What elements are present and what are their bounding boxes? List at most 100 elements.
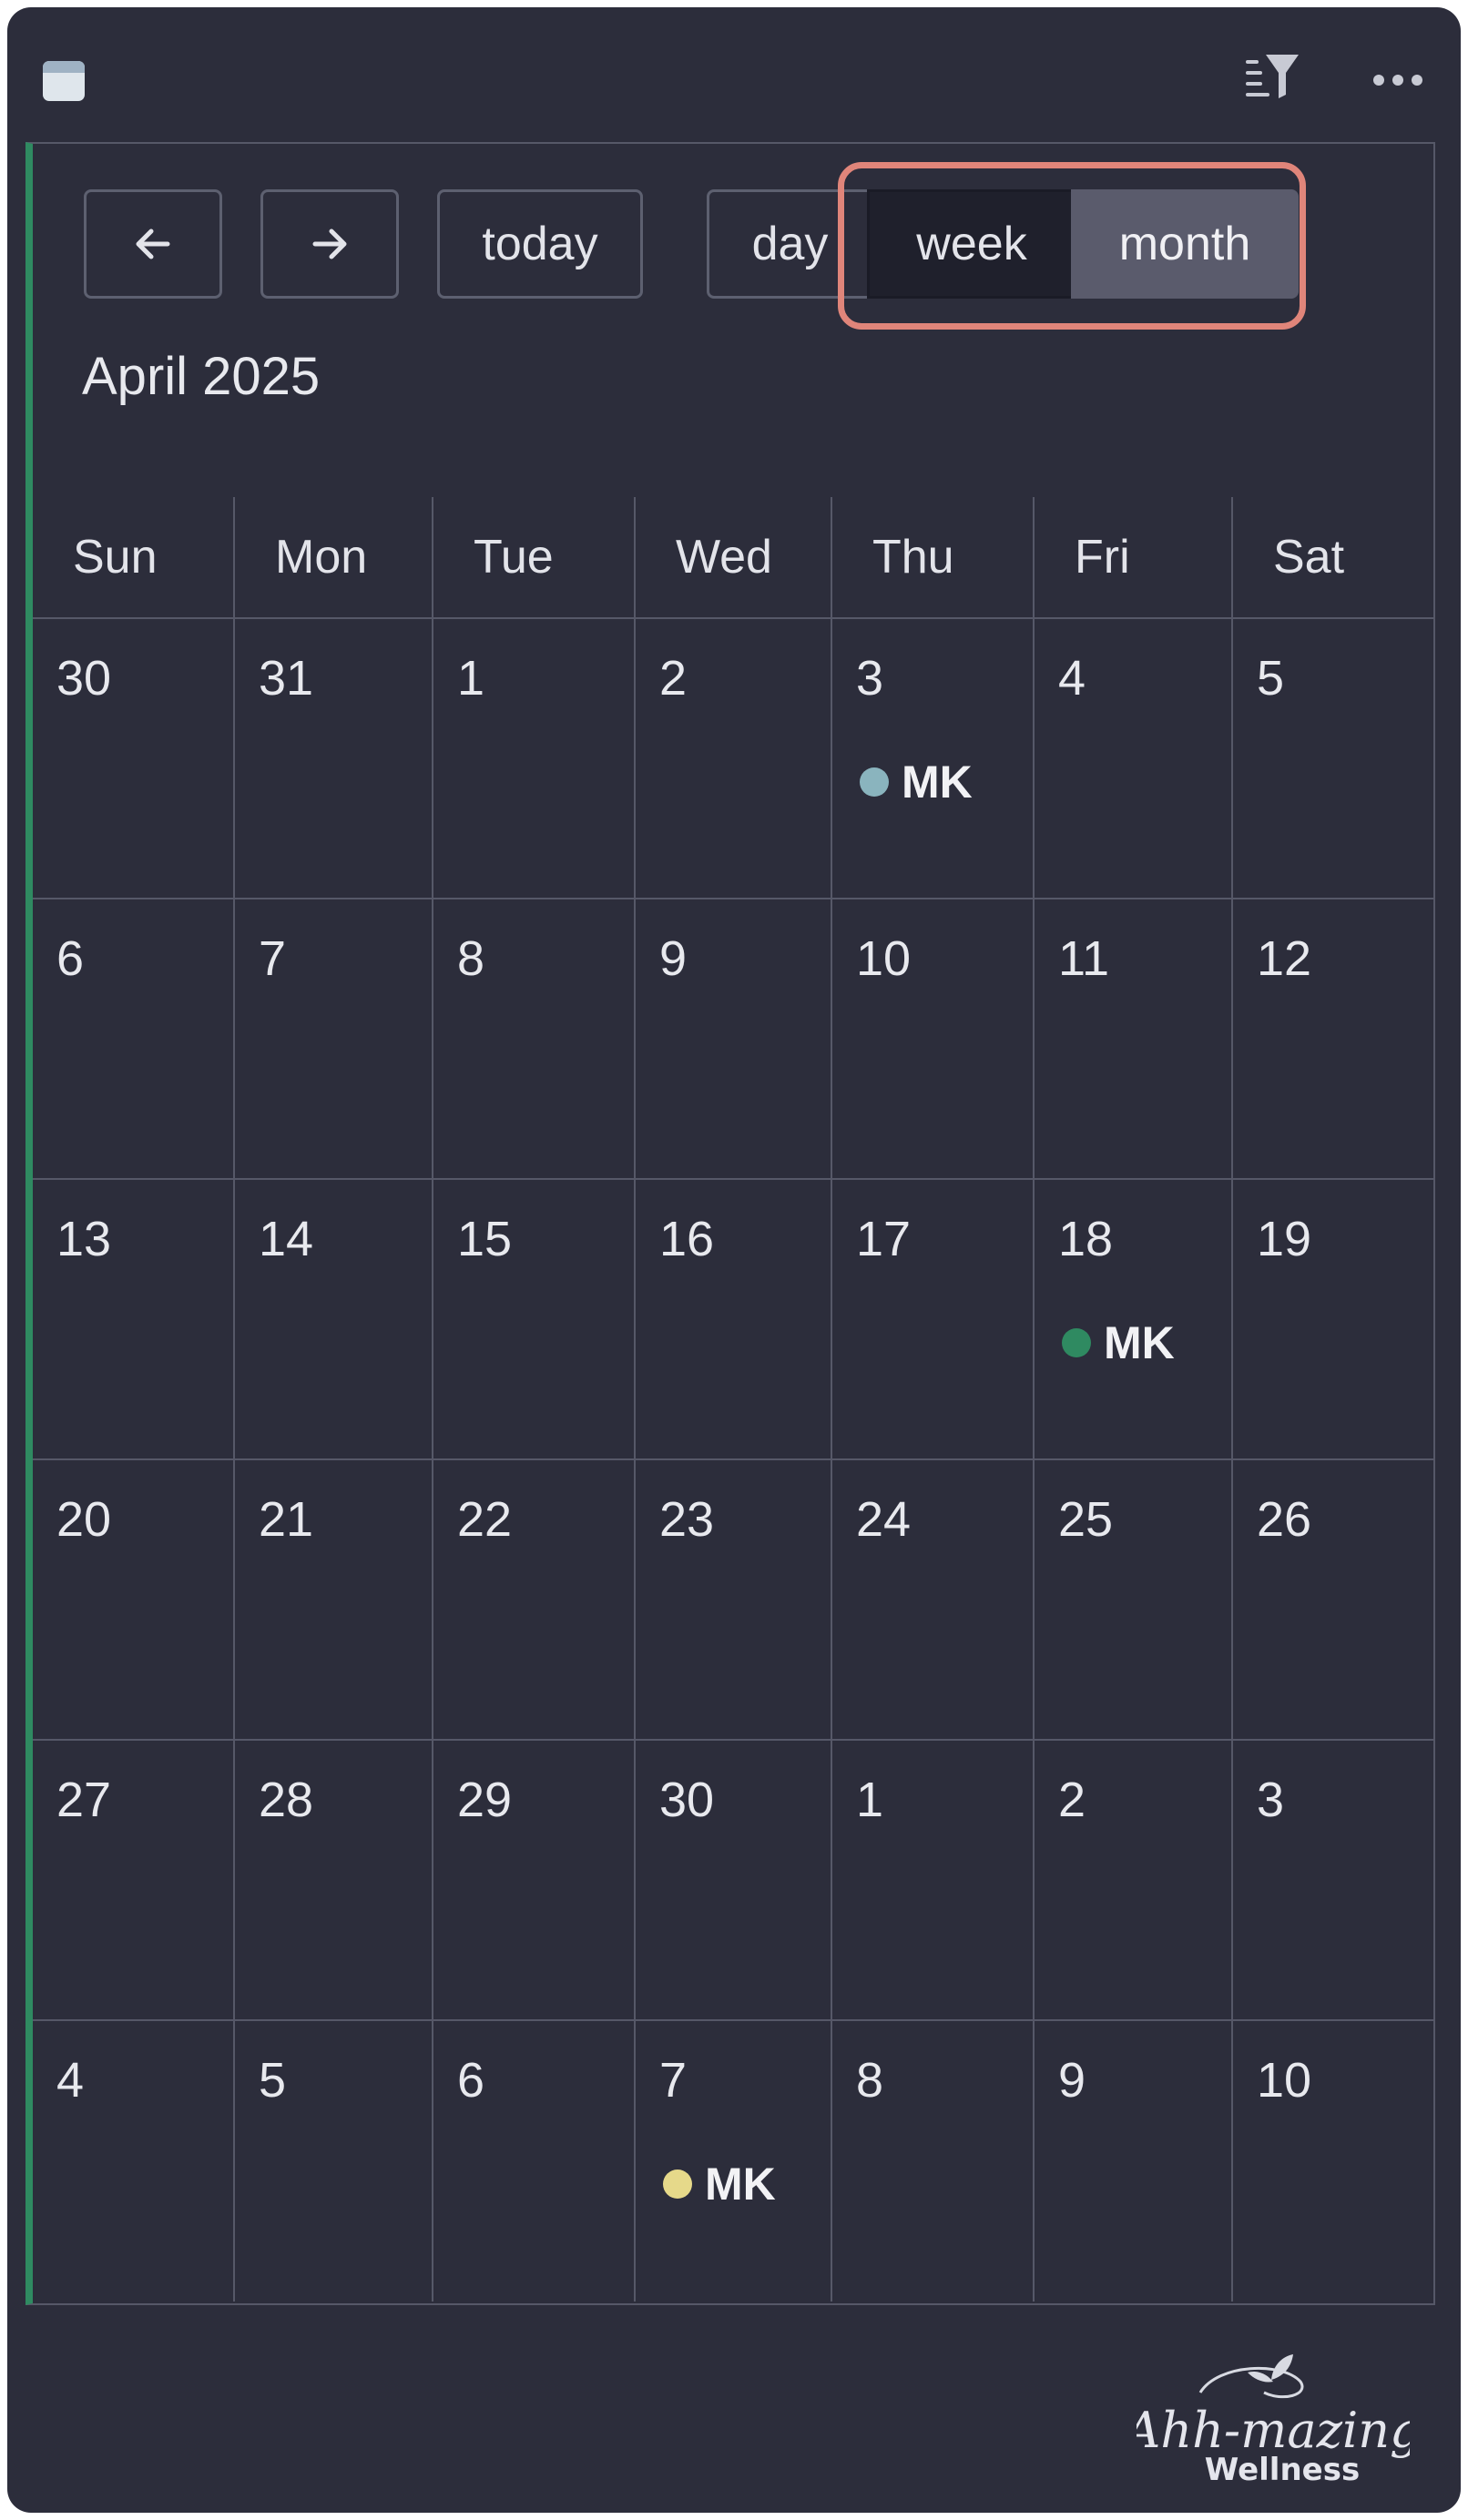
- event-dot-icon: [860, 767, 889, 797]
- day-number[interactable]: 8: [457, 930, 484, 987]
- day-number[interactable]: 19: [1257, 1211, 1311, 1267]
- day-cell[interactable]: 18 MK: [1035, 1180, 1233, 1460]
- day-cell[interactable]: 10: [1233, 2021, 1433, 2302]
- day-number[interactable]: 3: [856, 650, 883, 706]
- day-number[interactable]: 31: [259, 650, 313, 706]
- day-number[interactable]: 28: [259, 1772, 313, 1828]
- day-cell[interactable]: 15: [433, 1180, 636, 1460]
- day-number[interactable]: 5: [259, 2052, 286, 2108]
- day-number[interactable]: 7: [659, 2052, 687, 2108]
- day-cell[interactable]: 5: [1233, 619, 1433, 899]
- day-number[interactable]: 11: [1058, 930, 1109, 987]
- day-cell[interactable]: 25: [1035, 1460, 1233, 1741]
- day-number[interactable]: 5: [1257, 650, 1284, 706]
- day-cell[interactable]: 6: [433, 2021, 636, 2302]
- day-cell[interactable]: 30: [33, 619, 235, 899]
- day-cell[interactable]: 12: [1233, 899, 1433, 1180]
- day-number[interactable]: 25: [1058, 1491, 1113, 1548]
- day-cell[interactable]: 9: [1035, 2021, 1233, 2302]
- today-button[interactable]: today: [437, 189, 643, 299]
- day-number[interactable]: 12: [1257, 930, 1311, 987]
- day-number[interactable]: 29: [457, 1772, 512, 1828]
- day-number[interactable]: 8: [856, 2052, 883, 2108]
- day-cell[interactable]: 3 MK: [832, 619, 1035, 899]
- event-label: MK: [1104, 1317, 1175, 1368]
- day-cell[interactable]: 11: [1035, 899, 1233, 1180]
- day-cell[interactable]: 19: [1233, 1180, 1433, 1460]
- day-number[interactable]: 20: [56, 1491, 111, 1548]
- day-view-button[interactable]: day: [707, 189, 871, 299]
- day-number[interactable]: 2: [1058, 1772, 1086, 1828]
- day-number[interactable]: 30: [56, 650, 111, 706]
- day-cell[interactable]: 1: [433, 619, 636, 899]
- calendar-event[interactable]: MK: [663, 2158, 776, 2210]
- day-cell[interactable]: 8: [433, 899, 636, 1180]
- day-cell[interactable]: 30: [636, 1741, 832, 2021]
- more-options-icon[interactable]: [1368, 62, 1428, 98]
- day-cell[interactable]: 21: [235, 1460, 433, 1741]
- calendar-event[interactable]: MK: [1062, 1316, 1175, 1369]
- day-number[interactable]: 9: [1058, 2052, 1086, 2108]
- day-number[interactable]: 18: [1058, 1211, 1113, 1267]
- day-cell[interactable]: 23: [636, 1460, 832, 1741]
- day-cell[interactable]: 7 MK: [636, 2021, 832, 2302]
- day-cell[interactable]: 24: [832, 1460, 1035, 1741]
- day-cell[interactable]: 14: [235, 1180, 433, 1460]
- day-number[interactable]: 2: [659, 650, 687, 706]
- day-number[interactable]: 17: [856, 1211, 911, 1267]
- day-cell[interactable]: 8: [832, 2021, 1035, 2302]
- day-number[interactable]: 4: [56, 2052, 84, 2108]
- next-button[interactable]: [260, 189, 399, 299]
- day-number[interactable]: 7: [259, 930, 286, 987]
- day-cell[interactable]: 20: [33, 1460, 235, 1741]
- day-number[interactable]: 26: [1257, 1491, 1311, 1548]
- filter-icon[interactable]: [1242, 49, 1302, 104]
- weekday-header-thu: Thu: [832, 497, 1035, 619]
- calendar-title: April 2025: [82, 347, 321, 406]
- day-number[interactable]: 1: [457, 650, 484, 706]
- day-number[interactable]: 13: [56, 1211, 111, 1267]
- prev-button[interactable]: [84, 189, 222, 299]
- day-cell[interactable]: 6: [33, 899, 235, 1180]
- week-row: 30 31 1 2 3 MK 4 5: [33, 619, 1433, 899]
- day-number[interactable]: 4: [1058, 650, 1086, 706]
- day-number[interactable]: 10: [856, 930, 911, 987]
- day-number[interactable]: 22: [457, 1491, 512, 1548]
- day-cell[interactable]: 5: [235, 2021, 433, 2302]
- day-cell[interactable]: 3: [1233, 1741, 1433, 2021]
- month-view-button[interactable]: month: [1071, 189, 1299, 299]
- day-cell[interactable]: 16: [636, 1180, 832, 1460]
- day-cell[interactable]: 31: [235, 619, 433, 899]
- day-cell[interactable]: 28: [235, 1741, 433, 2021]
- day-cell[interactable]: 27: [33, 1741, 235, 2021]
- day-number[interactable]: 24: [856, 1491, 911, 1548]
- calendar-event[interactable]: MK: [860, 756, 973, 808]
- day-number[interactable]: 6: [56, 930, 84, 987]
- week-view-button[interactable]: week: [867, 189, 1076, 299]
- day-number[interactable]: 30: [659, 1772, 714, 1828]
- day-number[interactable]: 27: [56, 1772, 111, 1828]
- day-cell[interactable]: 10: [832, 899, 1035, 1180]
- day-number[interactable]: 3: [1257, 1772, 1284, 1828]
- day-cell[interactable]: 13: [33, 1180, 235, 1460]
- day-number[interactable]: 23: [659, 1491, 714, 1548]
- day-number[interactable]: 16: [659, 1211, 714, 1267]
- day-number[interactable]: 1: [856, 1772, 883, 1828]
- day-cell[interactable]: 4: [33, 2021, 235, 2302]
- day-cell[interactable]: 2: [1035, 1741, 1233, 2021]
- day-number[interactable]: 21: [259, 1491, 313, 1548]
- day-number[interactable]: 6: [457, 2052, 484, 2108]
- day-cell[interactable]: 4: [1035, 619, 1233, 899]
- day-number[interactable]: 10: [1257, 2052, 1311, 2108]
- day-cell[interactable]: 26: [1233, 1460, 1433, 1741]
- day-cell[interactable]: 9: [636, 899, 832, 1180]
- day-cell[interactable]: 29: [433, 1741, 636, 2021]
- day-cell[interactable]: 1: [832, 1741, 1035, 2021]
- day-cell[interactable]: 22: [433, 1460, 636, 1741]
- day-number[interactable]: 14: [259, 1211, 313, 1267]
- day-cell[interactable]: 2: [636, 619, 832, 899]
- day-cell[interactable]: 17: [832, 1180, 1035, 1460]
- day-number[interactable]: 15: [457, 1211, 512, 1267]
- day-number[interactable]: 9: [659, 930, 687, 987]
- day-cell[interactable]: 7: [235, 899, 433, 1180]
